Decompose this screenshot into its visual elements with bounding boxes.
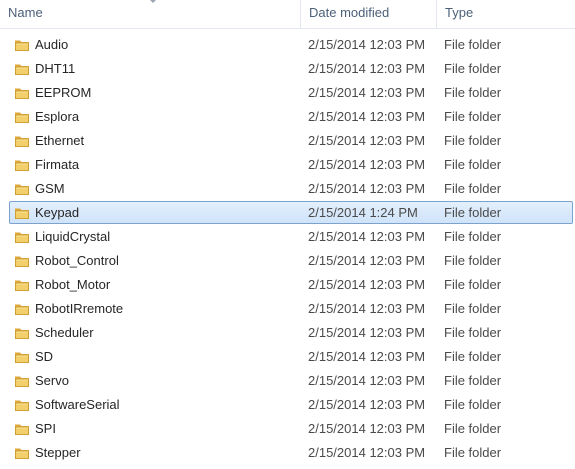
folder-icon [14, 301, 30, 317]
file-date-modified: 2/15/2014 12:03 PM [308, 445, 426, 460]
file-type: File folder [444, 301, 502, 316]
folder-icon [14, 373, 30, 389]
file-date-modified: 2/15/2014 12:03 PM [308, 109, 426, 124]
folder-icon [14, 277, 30, 293]
file-row[interactable]: Keypad 2/15/2014 1:24 PM File folder [0, 201, 575, 225]
folder-icon [14, 85, 30, 101]
file-name: SoftwareSerial [35, 397, 120, 412]
file-name: Firmata [35, 157, 80, 172]
folder-icon [14, 157, 30, 173]
column-header-name[interactable]: Name [0, 0, 300, 28]
file-name: SD [35, 349, 54, 364]
folder-icon [14, 229, 30, 245]
file-name: SPI [35, 421, 56, 436]
file-date-modified: 2/15/2014 12:03 PM [308, 133, 426, 148]
folder-icon [14, 253, 30, 269]
file-date-modified: 2/15/2014 12:03 PM [308, 85, 426, 100]
file-name: EEPROM [35, 85, 92, 100]
file-date-modified: 2/15/2014 12:03 PM [308, 373, 426, 388]
file-name: LiquidCrystal [35, 229, 111, 244]
file-row[interactable]: Ethernet 2/15/2014 12:03 PM File folder [0, 129, 575, 153]
column-header-type[interactable]: Type [436, 0, 575, 28]
file-row[interactable]: LiquidCrystal 2/15/2014 12:03 PM File fold… [0, 225, 575, 249]
file-row[interactable]: GSM 2/15/2014 12:03 PM File folder [0, 177, 575, 201]
column-header-bar: Name Date modified Type [0, 0, 575, 29]
file-rows: Audio 2/15/2014 12:03 PM File folder DHT11 2… [0, 33, 575, 465]
file-date-modified: 2/15/2014 12:03 PM [308, 157, 426, 172]
folder-icon [14, 445, 30, 461]
file-date-modified: 2/15/2014 12:03 PM [308, 229, 426, 244]
folder-icon [14, 205, 30, 221]
file-row[interactable]: Scheduler 2/15/2014 12:03 PM File folder [0, 321, 575, 345]
file-type: File folder [444, 421, 502, 436]
file-date-modified: 2/15/2014 12:03 PM [308, 397, 426, 412]
file-type: File folder [444, 133, 502, 148]
file-row[interactable]: Audio 2/15/2014 12:03 PM File folder [0, 33, 575, 57]
file-type: File folder [444, 373, 502, 388]
file-row[interactable]: SD 2/15/2014 12:03 PM File folder [0, 345, 575, 369]
file-name: Audio [35, 37, 69, 52]
file-type: File folder [444, 277, 502, 292]
file-row[interactable]: EEPROM 2/15/2014 12:03 PM File folder [0, 81, 575, 105]
file-row[interactable]: Servo 2/15/2014 12:03 PM File folder [0, 369, 575, 393]
file-type: File folder [444, 85, 502, 100]
folder-icon [14, 133, 30, 149]
file-type: File folder [444, 37, 502, 52]
folder-icon [14, 397, 30, 413]
file-row[interactable]: Stepper 2/15/2014 12:03 PM File folder [0, 441, 575, 465]
file-type: File folder [444, 349, 502, 364]
file-name: GSM [35, 181, 65, 196]
file-type: File folder [444, 61, 502, 76]
file-date-modified: 2/15/2014 12:03 PM [308, 253, 426, 268]
file-type: File folder [444, 397, 502, 412]
folder-icon [14, 325, 30, 341]
file-row[interactable]: DHT11 2/15/2014 12:03 PM File folder [0, 57, 575, 81]
file-name: DHT11 [35, 61, 76, 76]
file-type: File folder [444, 181, 502, 196]
file-name: Robot_Control [35, 253, 119, 268]
file-row[interactable]: SoftwareSerial 2/15/2014 12:03 PM File fol… [0, 393, 575, 417]
folder-icon [14, 349, 30, 365]
file-type: File folder [444, 229, 502, 244]
file-row[interactable]: Firmata 2/15/2014 12:03 PM File folder [0, 153, 575, 177]
file-row[interactable]: SPI 2/15/2014 12:03 PM File folder [0, 417, 575, 441]
file-type: File folder [444, 445, 502, 460]
column-header-date-modified[interactable]: Date modified [300, 0, 436, 28]
file-date-modified: 2/15/2014 12:03 PM [308, 61, 426, 76]
sort-caret-icon [150, 0, 156, 3]
folder-icon [14, 109, 30, 125]
file-date-modified: 2/15/2014 12:03 PM [308, 421, 426, 436]
file-name: Stepper [35, 445, 81, 460]
folder-icon [14, 61, 30, 77]
file-name: RobotIRremote [35, 301, 124, 316]
folder-icon [14, 421, 30, 437]
file-type: File folder [444, 325, 502, 340]
file-date-modified: 2/15/2014 12:03 PM [308, 277, 426, 292]
file-date-modified: 2/15/2014 12:03 PM [308, 181, 426, 196]
folder-icon [14, 37, 30, 53]
file-type: File folder [444, 109, 502, 124]
file-list-view: Name Date modified Type Audio 2/15/2014 1… [0, 0, 575, 469]
file-name: Keypad [35, 205, 80, 220]
file-name: Robot_Motor [35, 277, 111, 292]
file-date-modified: 2/15/2014 12:03 PM [308, 37, 426, 52]
file-type: File folder [444, 253, 502, 268]
file-date-modified: 2/15/2014 1:24 PM [308, 205, 418, 220]
file-row[interactable]: Esplora 2/15/2014 12:03 PM File folder [0, 105, 575, 129]
file-type: File folder [444, 205, 502, 220]
file-date-modified: 2/15/2014 12:03 PM [308, 325, 426, 340]
file-name: Esplora [35, 109, 80, 124]
file-row[interactable]: Robot_Motor 2/15/2014 12:03 PM File folder [0, 273, 575, 297]
folder-icon [14, 181, 30, 197]
file-name: Scheduler [35, 325, 94, 340]
file-row[interactable]: Robot_Control 2/15/2014 12:03 PM File fold… [0, 249, 575, 273]
file-name: Ethernet [35, 133, 85, 148]
file-row[interactable]: RobotIRremote 2/15/2014 12:03 PM File fold… [0, 297, 575, 321]
file-type: File folder [444, 157, 502, 172]
file-date-modified: 2/15/2014 12:03 PM [308, 349, 426, 364]
file-name: Servo [35, 373, 69, 388]
file-date-modified: 2/15/2014 12:03 PM [308, 301, 426, 316]
